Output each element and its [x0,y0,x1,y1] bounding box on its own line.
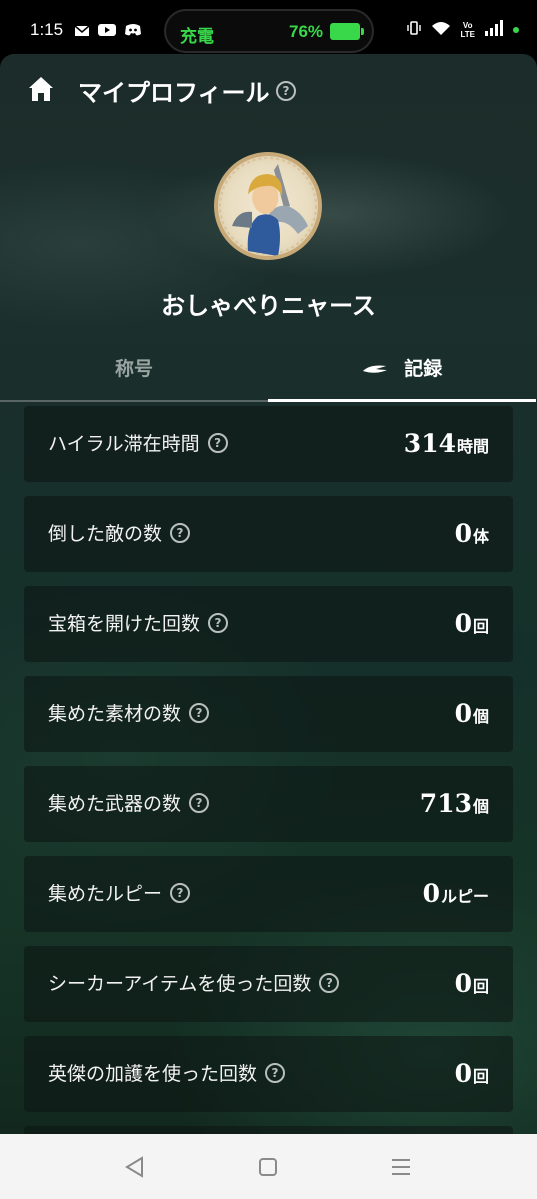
record-row: シーカーアイテムを使った回数? 0回 [24,946,513,1022]
mail-icon [74,22,90,38]
charging-label: 充電 [180,27,214,47]
record-label: 英傑の加護を使った回数? [48,1036,286,1112]
record-value: 713個 [419,789,489,818]
app-header: マイプロフィール ? [0,54,537,126]
record-label: シーカーアイテムを使った回数? [48,946,340,1022]
tab-records[interactable]: 記録 [268,344,536,402]
home-icon[interactable] [28,76,54,102]
vibrate-icon [406,20,422,40]
help-icon[interactable]: ? [319,973,340,993]
page-title: マイプロフィール [78,79,270,107]
record-value: 314時間 [403,429,489,458]
home-square-icon[interactable] [253,1152,283,1182]
record-label: 倒した敵の数? [48,496,191,572]
record-label: 集めた素材の数? [48,676,210,752]
avatar [214,152,322,260]
back-icon[interactable] [120,1152,150,1182]
profile-screen: マイプロフィール ? おしゃべりニャース 称号 記録 ハイラル滞在時間? 314… [0,54,537,1134]
signal-icon [484,20,504,40]
help-icon[interactable]: ? [170,883,191,903]
record-row: 倒した敵の数? 0体 [24,496,513,572]
youtube-icon [98,23,116,37]
help-icon[interactable]: ? [189,703,210,723]
help-icon[interactable]: ? [207,433,228,453]
record-row: ハイラル滞在時間? 314時間 [24,406,513,482]
record-label: 宝箱を開けた回数? [48,586,229,662]
system-icons: Vo LTE [406,20,519,40]
battery-icon [330,23,364,40]
record-row: 英傑の加護を使った回数? 0回 [24,1036,513,1112]
tab-label: 称号 [114,358,153,380]
status-dot [513,27,519,33]
record-value: 0体 [454,519,489,548]
wifi-icon [431,20,451,40]
volte-icon: Vo LTE [460,21,475,39]
tab-titles[interactable]: 称号 [0,344,268,402]
status-time: 1:15 [30,20,64,39]
tab-label: 記録 [404,358,443,380]
record-label: 集めた武器の数? [48,766,210,842]
record-row: 宝箱を開けた回数? 0回 [24,586,513,662]
battery-percent: 76% [289,22,324,41]
record-value: 0個 [454,699,489,728]
status-bar: 1:15 充電 76% Vo LTE [0,0,537,62]
record-row: 集めた素材の数? 0個 [24,676,513,752]
system-nav-bar [0,1134,537,1199]
record-value: 0ルピー [422,879,489,908]
record-row-partial [24,1126,513,1134]
recents-icon[interactable] [386,1152,416,1182]
record-value: 0回 [454,1059,489,1088]
charging-pill: 充電 76% [164,9,374,53]
record-value: 0回 [454,969,489,998]
tab-bar: 称号 記録 [0,344,537,402]
help-icon[interactable]: ? [265,1063,286,1083]
help-icon[interactable]: ? [170,523,191,543]
help-icon[interactable]: ? [208,613,229,633]
record-value: 0回 [454,609,489,638]
record-label: 集めたルピー? [48,856,191,932]
discord-icon [124,23,142,37]
help-icon[interactable]: ? [276,80,296,101]
profile-name: おしゃべりニャース [161,292,376,320]
notification-icons [74,22,142,38]
record-row: 集めたルピー? 0ルピー [24,856,513,932]
record-row: 集めた武器の数? 713個 [24,766,513,842]
record-label: ハイラル滞在時間? [48,406,228,482]
feather-icon [362,345,388,395]
help-icon[interactable]: ? [189,793,210,813]
